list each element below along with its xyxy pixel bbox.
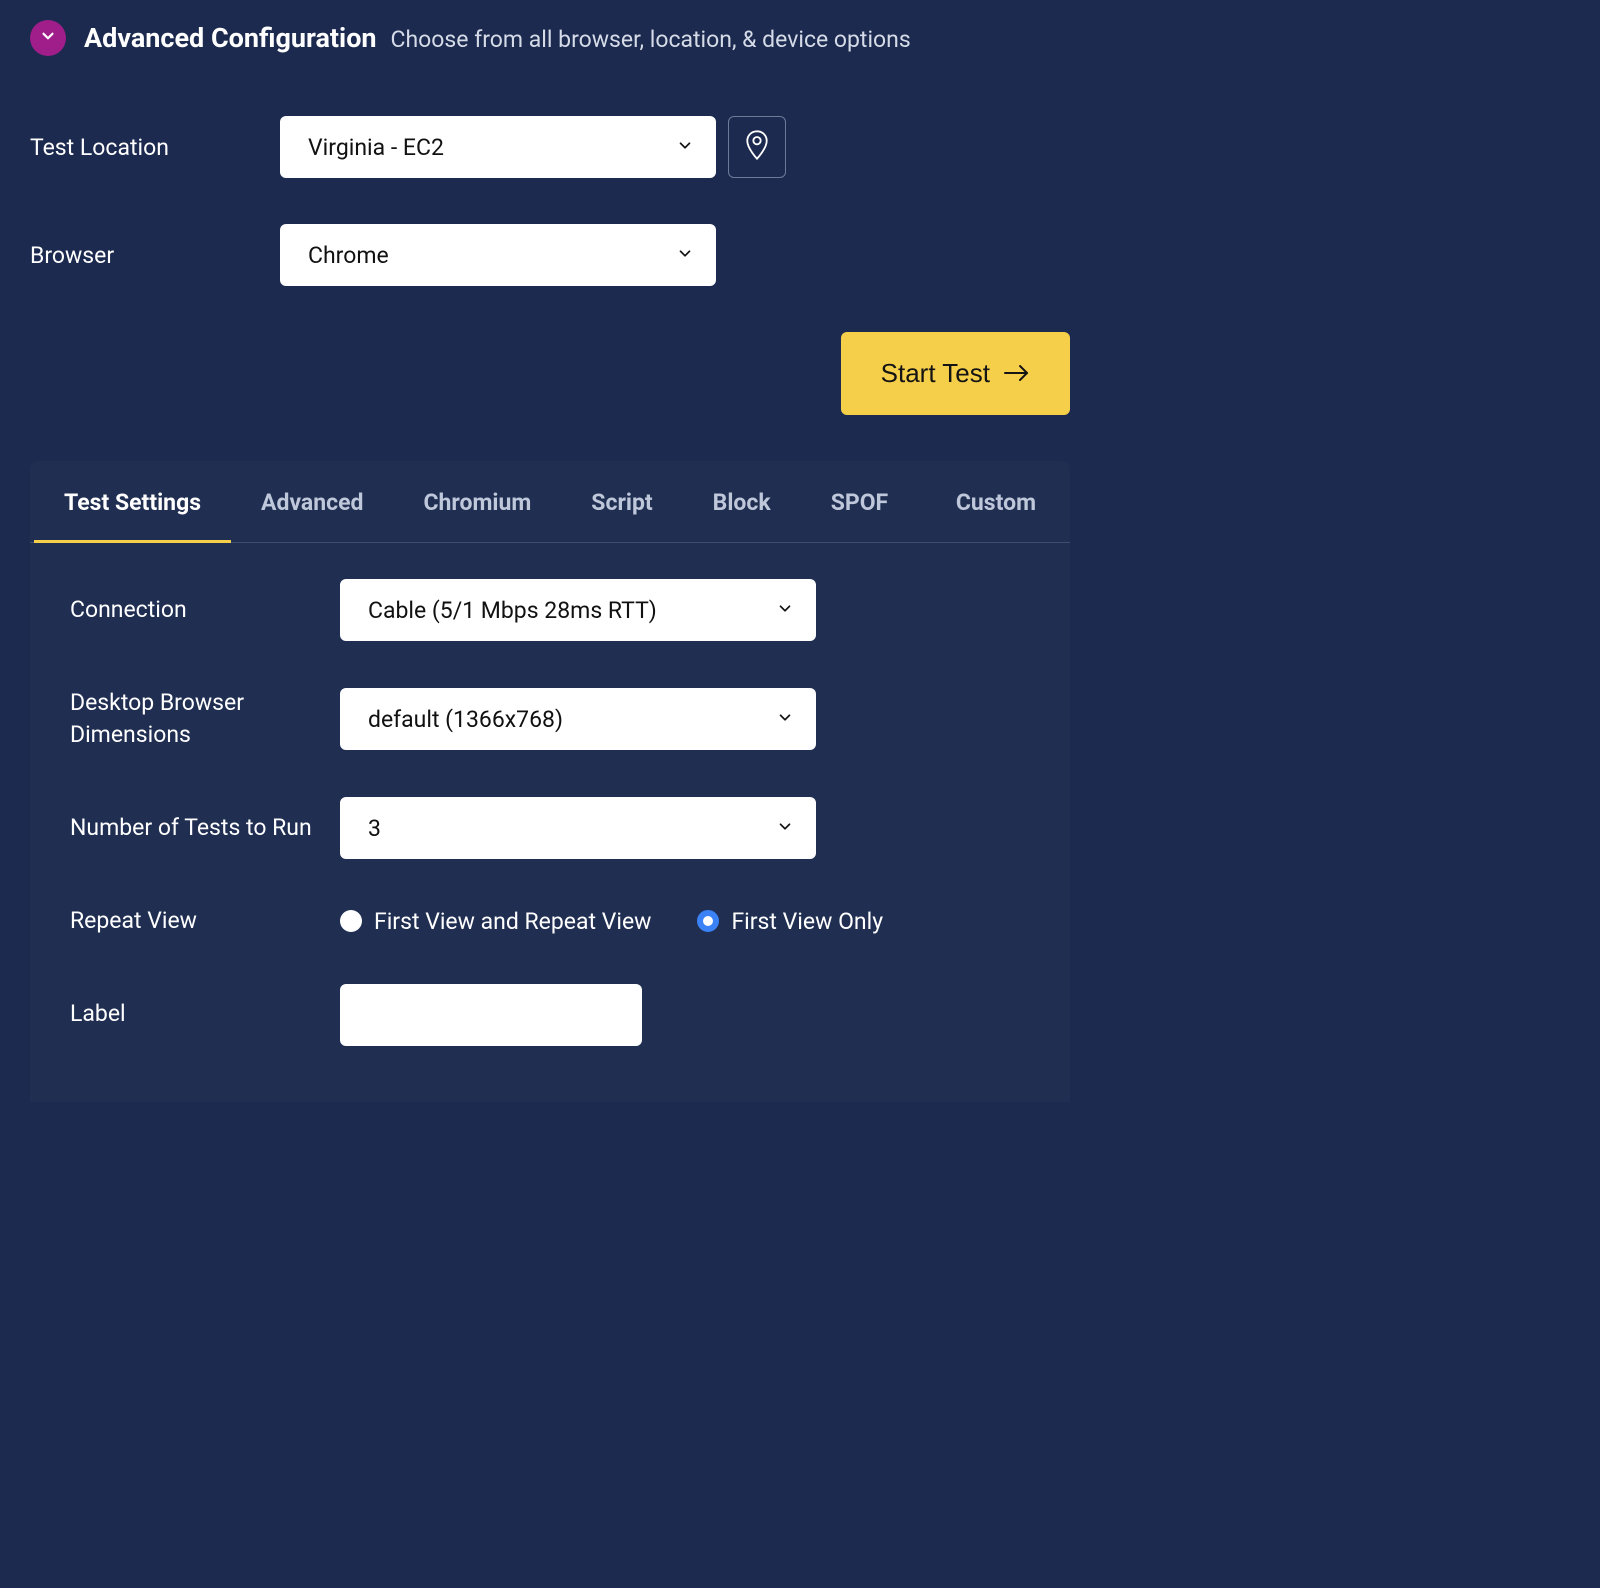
- settings-body: Connection Cable (5/1 Mbps 28ms RTT) Des…: [30, 543, 1070, 1102]
- start-test-row: Start Test: [30, 332, 1070, 415]
- label-input[interactable]: [340, 984, 642, 1046]
- header-title: Advanced Configuration: [84, 22, 377, 54]
- tab-block[interactable]: Block: [683, 461, 801, 542]
- chevron-down-icon: [39, 27, 57, 49]
- chevron-down-icon: [776, 815, 794, 842]
- radio-icon: [697, 910, 719, 932]
- select-dimensions-value: default (1366x768): [368, 706, 563, 733]
- row-browser: Browser Chrome: [30, 224, 1070, 286]
- tab-advanced[interactable]: Advanced: [231, 461, 393, 542]
- header-text: Advanced Configuration Choose from all b…: [84, 22, 911, 54]
- row-label: Label: [70, 984, 1030, 1046]
- select-browser[interactable]: Chrome: [280, 224, 716, 286]
- radio-first-only[interactable]: First View Only: [697, 908, 883, 935]
- tab-script[interactable]: Script: [561, 461, 682, 542]
- chevron-down-icon: [676, 242, 694, 269]
- tab-chromium[interactable]: Chromium: [393, 461, 561, 542]
- chevron-down-icon: [776, 706, 794, 733]
- select-tests-to-run-value: 3: [368, 815, 381, 842]
- location-pin-icon: [743, 129, 771, 165]
- radio-first-and-repeat-label: First View and Repeat View: [374, 908, 651, 935]
- tabs-bar: Test Settings Advanced Chromium Script B…: [30, 461, 1070, 543]
- row-tests-to-run: Number of Tests to Run 3: [70, 797, 1030, 859]
- collapse-toggle[interactable]: [30, 20, 66, 56]
- settings-panel: Test Settings Advanced Chromium Script B…: [30, 461, 1070, 1102]
- label-dimensions: Desktop Browser Dimensions: [70, 687, 340, 751]
- start-test-label: Start Test: [881, 358, 990, 389]
- radio-first-and-repeat[interactable]: First View and Repeat View: [340, 908, 651, 935]
- label-repeat-view: Repeat View: [70, 905, 340, 937]
- select-test-location[interactable]: Virginia - EC2: [280, 116, 716, 178]
- select-dimensions[interactable]: default (1366x768): [340, 688, 816, 750]
- select-browser-value: Chrome: [308, 242, 389, 269]
- tab-custom[interactable]: Custom: [926, 461, 1066, 542]
- location-picker-button[interactable]: [728, 116, 786, 178]
- chevron-down-icon: [676, 134, 694, 161]
- arrow-right-icon: [1004, 358, 1030, 389]
- radio-icon: [340, 910, 362, 932]
- select-connection-value: Cable (5/1 Mbps 28ms RTT): [368, 597, 657, 624]
- label-browser: Browser: [30, 242, 280, 269]
- row-connection: Connection Cable (5/1 Mbps 28ms RTT): [70, 579, 1030, 641]
- row-dimensions: Desktop Browser Dimensions default (1366…: [70, 687, 1030, 751]
- start-test-button[interactable]: Start Test: [841, 332, 1070, 415]
- label-test-location: Test Location: [30, 134, 280, 161]
- select-test-location-value: Virginia - EC2: [308, 134, 444, 161]
- tab-spof[interactable]: SPOF: [801, 461, 918, 542]
- advanced-config-header: Advanced Configuration Choose from all b…: [30, 20, 1070, 56]
- select-tests-to-run[interactable]: 3: [340, 797, 816, 859]
- repeat-view-radio-group: First View and Repeat View First View On…: [340, 908, 883, 935]
- select-connection[interactable]: Cable (5/1 Mbps 28ms RTT): [340, 579, 816, 641]
- row-test-location: Test Location Virginia - EC2: [30, 116, 1070, 178]
- label-label: Label: [70, 998, 340, 1030]
- row-repeat-view: Repeat View First View and Repeat View F…: [70, 905, 1030, 937]
- radio-first-only-label: First View Only: [731, 908, 883, 935]
- tab-test-settings[interactable]: Test Settings: [34, 461, 231, 542]
- header-subtitle: Choose from all browser, location, & dev…: [391, 26, 911, 53]
- label-connection: Connection: [70, 594, 340, 626]
- chevron-down-icon: [776, 597, 794, 624]
- label-tests-to-run: Number of Tests to Run: [70, 812, 340, 844]
